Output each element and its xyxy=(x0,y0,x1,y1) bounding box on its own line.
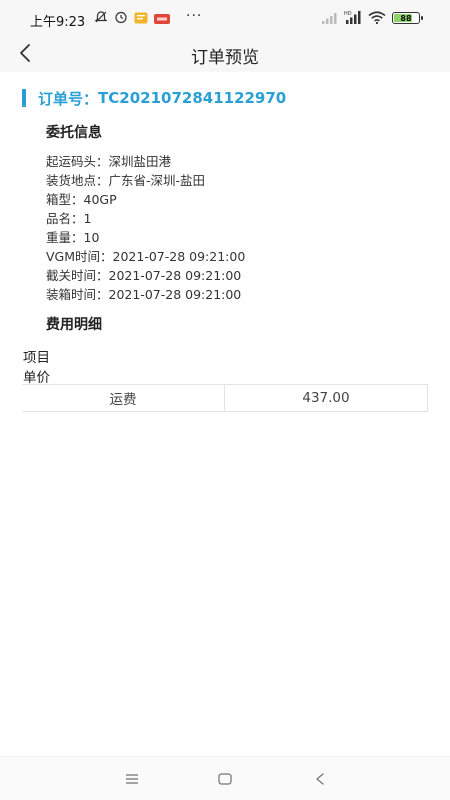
menu-icon xyxy=(126,774,138,784)
status-icons-left xyxy=(94,10,170,26)
home-icon xyxy=(218,773,232,785)
info-packing-time: 装箱时间：2021-07-28 09:21:00 xyxy=(46,287,242,302)
status-bar: 上午9:23 ··· HD 88 xyxy=(0,0,450,36)
svg-text:HD: HD xyxy=(344,11,352,17)
consign-section-title: 委托信息 xyxy=(46,125,102,141)
page-title: 订单预览 xyxy=(191,48,259,68)
fee-table-row: 运费 437.00 xyxy=(22,384,428,412)
fee-item-cell: 运费 xyxy=(109,392,137,408)
system-nav-bar xyxy=(0,756,450,800)
menu-button[interactable] xyxy=(122,769,142,789)
system-back-button[interactable] xyxy=(310,769,330,789)
info-product-name: 品名：1 xyxy=(46,211,92,226)
fee-header-item: 项目 xyxy=(23,350,50,366)
app-notification-icon xyxy=(154,9,170,28)
order-number-label: 订单号： xyxy=(38,89,99,108)
info-loading-place: 装货地点：广东省-深圳-盐田 xyxy=(46,173,206,188)
consign-info-list: 起运码头：深圳盐田港 装货地点：广东省-深圳-盐田 箱型：40GP 品名：1 重… xyxy=(46,152,245,304)
info-container-type: 箱型：40GP xyxy=(46,192,117,207)
info-departure-port: 起运码头：深圳盐田港 xyxy=(46,154,172,169)
status-time: 上午9:23 xyxy=(30,15,86,30)
fee-price-cell: 437.00 xyxy=(224,385,428,411)
more-notifications-icon: ··· xyxy=(186,8,203,24)
hd-signal-icon: HD xyxy=(344,9,362,28)
fees-section-title: 费用明细 xyxy=(46,317,102,333)
wifi-icon xyxy=(368,9,386,28)
fee-header-price: 单价 xyxy=(23,370,50,386)
battery-percent: 88 xyxy=(400,13,412,23)
back-triangle-icon xyxy=(316,773,324,785)
order-number: TC2021072841122970 xyxy=(98,89,287,107)
accent-bar xyxy=(22,89,26,107)
message-icon xyxy=(134,9,148,28)
nav-bar: 订单预览 xyxy=(0,36,450,72)
info-vgm-time: VGM时间：2021-07-28 09:21:00 xyxy=(46,249,246,264)
signal-icon xyxy=(322,9,338,28)
home-button[interactable] xyxy=(215,769,235,789)
alarm-icon xyxy=(114,9,128,28)
order-number-row: 订单号： TC2021072841122970 xyxy=(22,89,287,108)
status-icons-right: HD 88 xyxy=(322,9,423,28)
mute-icon xyxy=(94,9,108,28)
info-weight: 重量：10 xyxy=(46,230,100,245)
battery-icon: 88 xyxy=(392,12,423,24)
info-cutoff-time: 截关时间：2021-07-28 09:21:00 xyxy=(46,268,242,283)
